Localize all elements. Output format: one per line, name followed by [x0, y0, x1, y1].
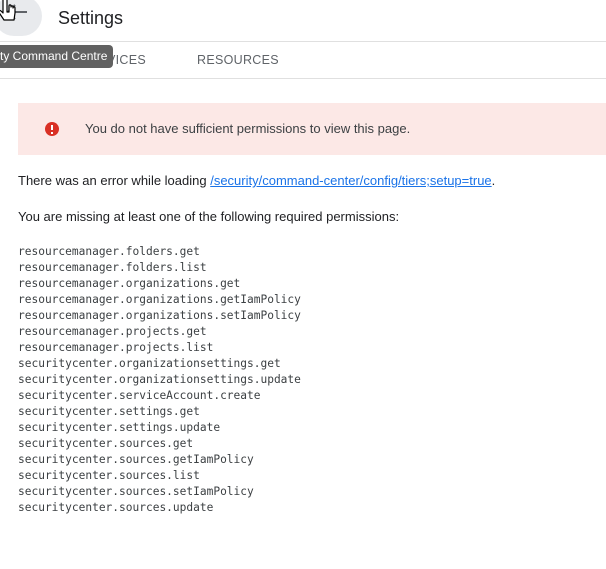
permission-item: resourcemanager.organizations.get	[18, 277, 241, 290]
permission-item: resourcemanager.organizations.getIamPoli…	[18, 293, 301, 306]
hand-cursor-icon	[0, 0, 16, 21]
tooltip: ty Command Centre	[0, 45, 114, 68]
permission-item: resourcemanager.organizations.setIamPoli…	[18, 309, 301, 322]
error-banner: You do not have sufficient permissions t…	[18, 103, 606, 155]
error-banner-text: You do not have sufficient permissions t…	[85, 121, 411, 136]
permission-item: resourcemanager.projects.list	[18, 341, 214, 354]
permission-item: resourcemanager.folders.list	[18, 261, 207, 274]
permission-item: securitycenter.organizationsettings.get	[18, 357, 281, 370]
error-message: There was an error while loading /securi…	[18, 173, 495, 188]
permission-item: resourcemanager.projects.get	[18, 325, 207, 338]
tab-resources[interactable]: RESOURCES	[197, 53, 279, 67]
error-url-link[interactable]: /security/command-center/config/tiers;se…	[210, 173, 491, 188]
error-suffix: .	[491, 173, 496, 188]
settings-page: Settings VICES RESOURCES ty Command Cent…	[0, 0, 606, 569]
permission-item: securitycenter.organizationsettings.upda…	[18, 373, 301, 386]
error-prefix: There was an error while loading	[18, 173, 211, 188]
permission-item: securitycenter.sources.list	[18, 469, 200, 482]
permission-item: securitycenter.sources.update	[18, 501, 214, 514]
permission-item: securitycenter.sources.getIamPolicy	[18, 453, 254, 466]
page-title: Settings	[58, 8, 124, 28]
permission-item: securitycenter.serviceAccount.create	[18, 389, 261, 402]
permission-item: securitycenter.sources.get	[18, 437, 194, 450]
permission-item: securitycenter.settings.update	[18, 421, 221, 434]
permission-item: securitycenter.sources.setIamPolicy	[18, 485, 254, 498]
missing-permissions-text: You are missing at least one of the foll…	[18, 209, 400, 224]
error-icon	[45, 122, 59, 136]
back-button[interactable]	[0, 0, 42, 36]
permissions-list: resourcemanager.folders.get resourcemana…	[18, 245, 301, 517]
header: Settings	[0, 0, 606, 42]
permission-item: securitycenter.settings.get	[18, 405, 200, 418]
permission-item: resourcemanager.folders.get	[18, 245, 200, 258]
